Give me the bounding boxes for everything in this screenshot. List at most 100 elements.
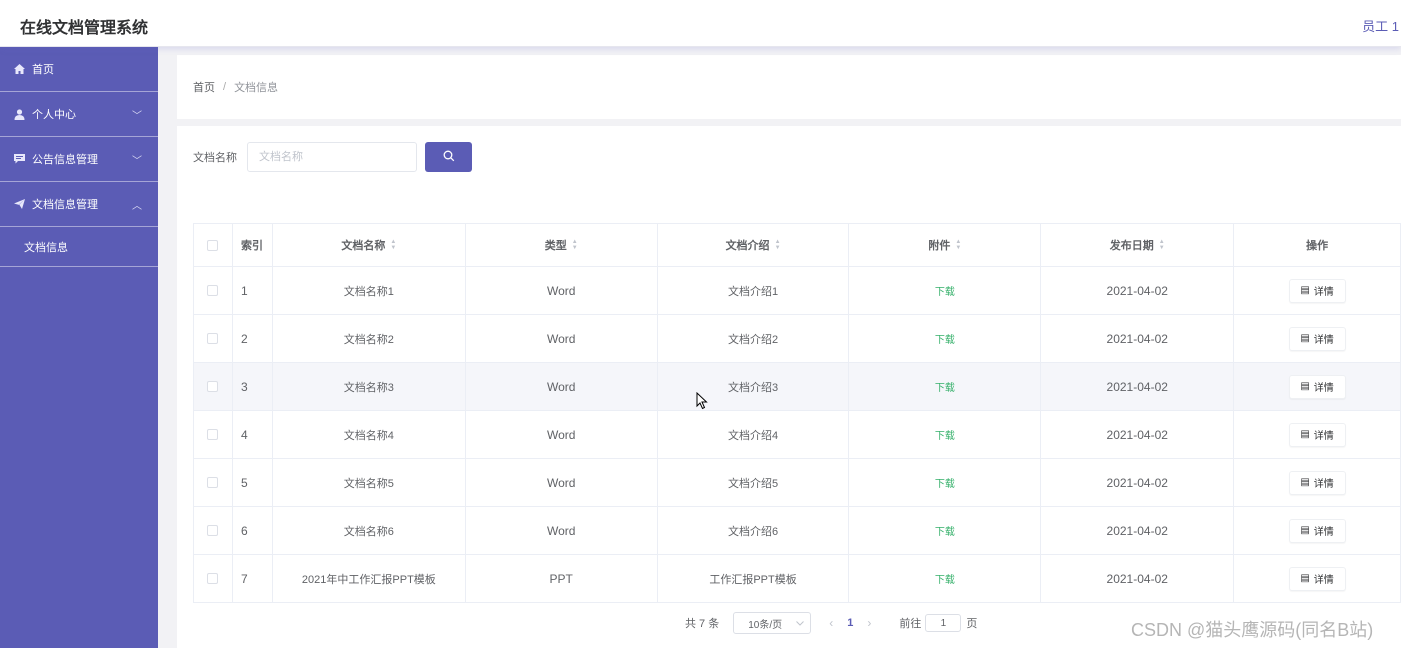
sidebar-subitem-document-info[interactable]: 文档信息 [0,227,158,267]
sidebar-item-personal-center[interactable]: 个人中心 ﹀ [0,92,158,137]
sort-icon[interactable]: ▲ ▼ [390,239,396,251]
search-input[interactable] [247,142,417,172]
type-cell: Word [466,507,658,554]
row-checkbox[interactable] [207,381,219,392]
detail-button[interactable]: ▤ 详情 [1288,374,1346,399]
detail-button[interactable]: ▤ 详情 [1288,518,1346,543]
type-cell: Word [466,363,658,410]
row-checkbox[interactable] [207,525,219,536]
column-header-label: 文档介绍 [725,240,770,252]
next-page-button[interactable]: › [867,616,871,630]
row-checkbox-cell [194,555,233,602]
attachment-cell: 下载 [849,267,1042,314]
select-all-cell [194,224,233,266]
user-menu[interactable]: 员工 1 [1362,16,1399,35]
search-label: 文档名称 [193,152,237,164]
download-link[interactable]: 下载 [935,427,955,442]
column-header-name[interactable]: 文档名称 ▲ ▼ [273,224,466,266]
table-row[interactable]: 5 文档名称5 Word 文档介绍5 下载 2021-04-02 ▤ 详情 [194,459,1401,507]
app-title: 在线文档管理系统 [20,20,149,37]
page-size-select[interactable]: 10条/页 [733,612,812,634]
column-header-label: 类型 [544,240,567,252]
index-cell: 2 [233,315,273,362]
column-header-label: 操作 [1306,240,1329,252]
type-cell: Word [466,459,658,506]
actions-cell: ▤ 详情 [1234,267,1401,314]
detail-button-label: 详情 [1313,335,1334,346]
row-checkbox-cell [194,363,233,410]
document-icon: ▤ [1300,573,1310,584]
date-cell: 2021-04-02 [1041,459,1235,506]
detail-button-label: 详情 [1313,431,1334,442]
sort-icon[interactable]: ▲ ▼ [955,239,961,251]
sort-icon[interactable]: ▲ ▼ [572,239,578,251]
goto-label: 前往 [899,618,922,630]
download-link[interactable]: 下载 [935,571,955,586]
column-header-actions: 操作 [1234,224,1401,266]
sidebar-item-home[interactable]: 首页 [0,47,158,92]
table-row[interactable]: 4 文档名称4 Word 文档介绍4 下载 2021-04-02 ▤ 详情 [194,411,1401,459]
sidebar-item-document-management[interactable]: 文档信息管理 ︿ [0,182,158,227]
document-icon: ▤ [1300,429,1310,440]
download-link[interactable]: 下载 [935,379,955,394]
detail-button[interactable]: ▤ 详情 [1288,470,1346,495]
intro-cell: 工作汇报PPT模板 [658,555,850,602]
row-checkbox-cell [194,507,233,554]
column-header-date[interactable]: 发布日期 ▲ ▼ [1041,224,1235,266]
row-checkbox[interactable] [207,573,219,584]
table-row[interactable]: 6 文档名称6 Word 文档介绍6 下载 2021-04-02 ▤ 详情 [194,507,1401,555]
prev-page-button[interactable]: ‹ [829,616,833,630]
index-cell: 1 [233,267,273,314]
goto-suffix: 页 [966,618,978,630]
download-link[interactable]: 下载 [935,475,955,490]
chevron-down-icon [796,618,805,629]
actions-cell: ▤ 详情 [1234,411,1401,458]
actions-cell: ▤ 详情 [1234,555,1401,602]
sidebar-item-label: 个人中心 [32,109,76,121]
attachment-cell: 下载 [849,315,1042,362]
page-number-current[interactable]: 1 [847,617,853,629]
detail-button[interactable]: ▤ 详情 [1288,566,1346,591]
sidebar-item-announcement-management[interactable]: 公告信息管理 ﹀ [0,137,158,182]
column-header-type[interactable]: 类型 ▲ ▼ [466,224,658,266]
goto-page-input[interactable] [925,614,962,632]
search-button[interactable] [425,142,472,172]
table-row[interactable]: 3 文档名称3 Word 文档介绍3 下载 2021-04-02 ▤ 详情 [194,363,1401,411]
document-icon: ▤ [1300,525,1310,536]
download-link[interactable]: 下载 [935,331,955,346]
row-checkbox[interactable] [207,285,219,296]
sort-icon[interactable]: ▲ ▼ [775,239,781,251]
table-row[interactable]: 7 2021年中工作汇报PPT模板 PPT 工作汇报PPT模板 下载 2021-… [194,555,1401,603]
type-cell: PPT [466,555,658,602]
row-checkbox[interactable] [207,333,219,344]
table-header-row: 索引 文档名称 ▲ ▼ 类型 ▲ ▼ 文档介绍 ▲ ▼ 附件 ▲ ▼ 发布日期 ▲ ▼ 操作 [194,224,1401,267]
index-cell: 6 [233,507,273,554]
actions-cell: ▤ 详情 [1234,315,1401,362]
intro-cell: 文档介绍3 [658,363,850,410]
date-cell: 2021-04-02 [1041,555,1235,602]
select-all-checkbox[interactable] [207,239,219,251]
attachment-cell: 下载 [849,459,1042,506]
column-header-intro[interactable]: 文档介绍 ▲ ▼ [658,224,850,266]
breadcrumb-home[interactable]: 首页 [193,79,215,95]
download-link[interactable]: 下载 [935,523,955,538]
sort-icon[interactable]: ▲ ▼ [1159,239,1165,251]
table-row[interactable]: 2 文档名称2 Word 文档介绍2 下载 2021-04-02 ▤ 详情 [194,315,1401,363]
index-cell: 7 [233,555,273,602]
table-row[interactable]: 1 文档名称1 Word 文档介绍1 下载 2021-04-02 ▤ 详情 [194,267,1401,315]
column-header-label: 附件 [928,240,951,252]
detail-button[interactable]: ▤ 详情 [1288,326,1346,351]
name-cell: 文档名称1 [273,267,466,314]
breadcrumb: 首页 / 文档信息 [177,55,1401,119]
document-icon: ▤ [1300,477,1310,488]
column-header-attachment[interactable]: 附件 ▲ ▼ [849,224,1042,266]
row-checkbox[interactable] [207,477,219,488]
row-checkbox[interactable] [207,429,219,440]
name-cell: 文档名称4 [273,411,466,458]
detail-button[interactable]: ▤ 详情 [1288,422,1346,447]
type-cell: Word [466,267,658,314]
detail-button[interactable]: ▤ 详情 [1288,278,1346,303]
document-icon: ▤ [1300,333,1310,344]
name-cell: 文档名称6 [273,507,466,554]
download-link[interactable]: 下载 [935,283,955,298]
